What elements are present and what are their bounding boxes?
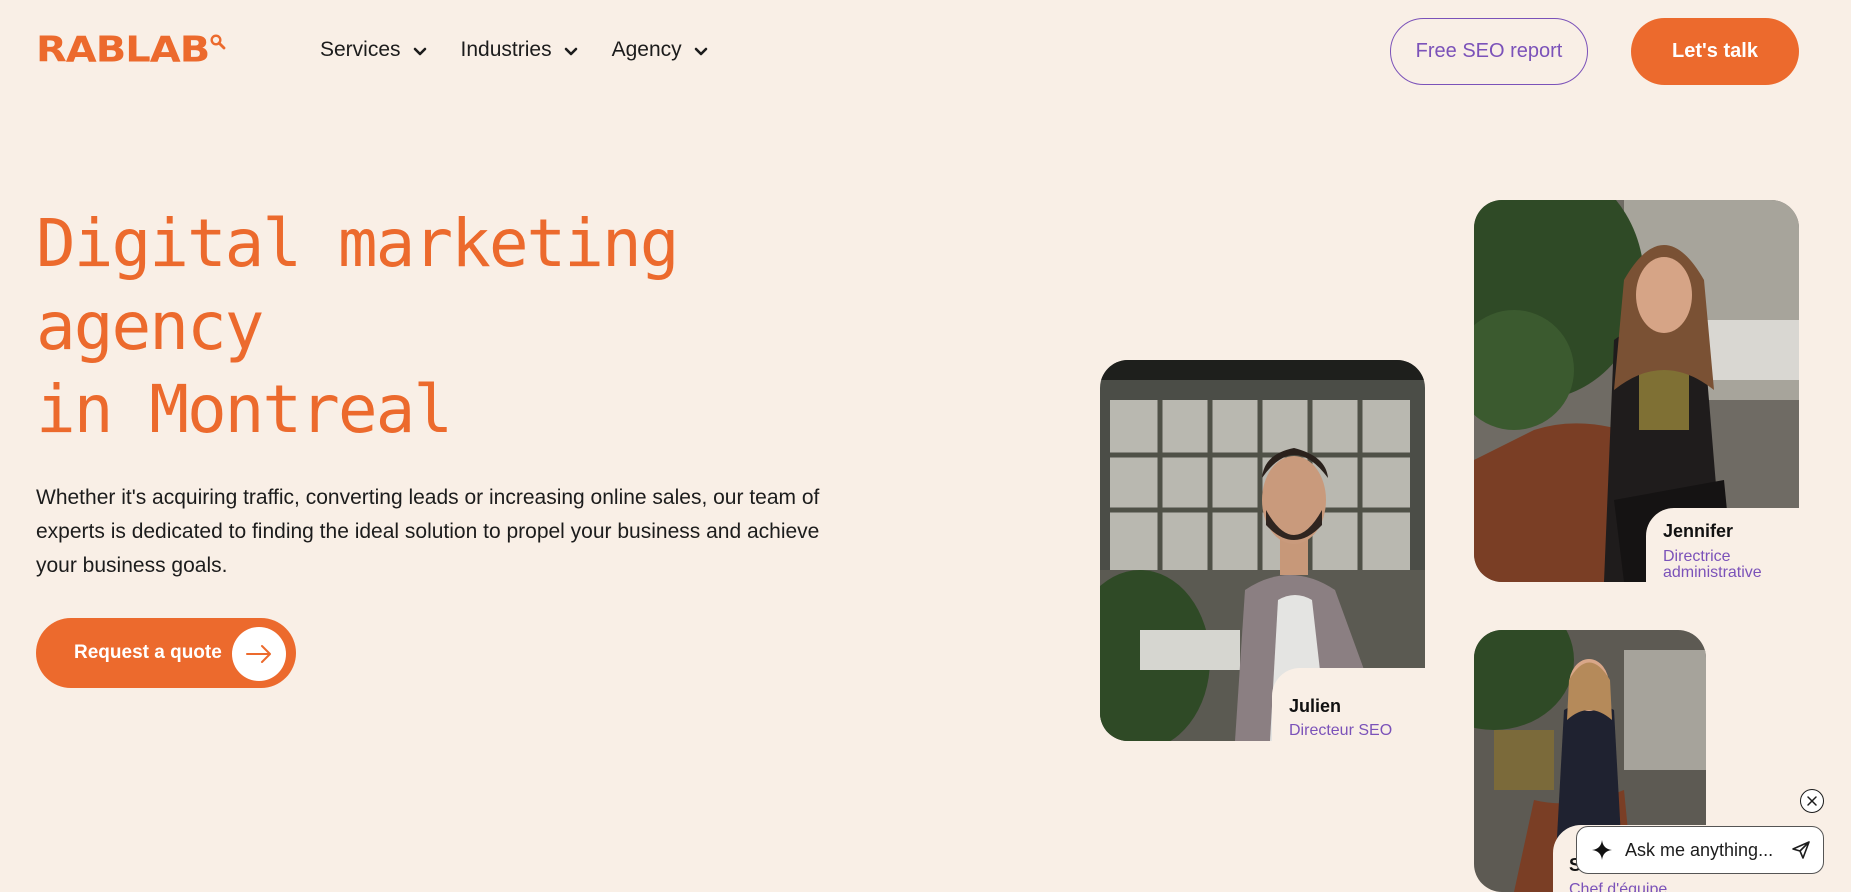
site-header: RABLAB Services Industries Agency Free S…: [0, 0, 1851, 104]
close-icon[interactable]: [1800, 789, 1824, 813]
chevron-down-icon: [413, 47, 426, 56]
nav-item-label: Services: [320, 38, 401, 61]
team-member-role: administrative: [1663, 564, 1762, 581]
chevron-down-icon: [564, 47, 577, 56]
sparkle-icon: [1592, 840, 1612, 860]
nav-item-services[interactable]: Services: [320, 38, 427, 62]
hero-title-line: agency: [36, 288, 264, 365]
hero-description: Whether it's acquiring traffic, converti…: [36, 486, 820, 577]
chat-placeholder: Ask me anything...: [1625, 839, 1774, 860]
request-quote-button[interactable]: Request a quote: [36, 618, 296, 688]
request-quote-label: Request a quote: [74, 642, 222, 663]
team-card-julien: Julien Directeur SEO: [1100, 360, 1425, 741]
lets-talk-button[interactable]: Let's talk: [1631, 18, 1799, 85]
main-nav: Services Industries Agency: [320, 38, 708, 62]
nav-item-agency[interactable]: Agency: [612, 38, 708, 62]
team-member-name: Jennifer: [1663, 521, 1734, 541]
chevron-down-icon: [694, 47, 707, 56]
team-card-jennifer: Jennifer Directrice administrative: [1474, 200, 1799, 582]
hero-title-line: Digital marketing: [36, 205, 680, 282]
team-member-role: Directeur SEO: [1289, 722, 1393, 739]
search-icon: [210, 34, 226, 50]
brand-logo-text: RABLAB: [36, 29, 210, 71]
team-member-name: Julien: [1289, 696, 1342, 716]
send-icon[interactable]: [1791, 840, 1811, 860]
nav-item-label: Industries: [460, 38, 552, 61]
nav-item-label: Agency: [611, 38, 682, 61]
arrow-right-icon: [232, 627, 286, 681]
chat-input[interactable]: Ask me anything...: [1576, 826, 1824, 874]
hero-title-line: in Montreal: [36, 371, 453, 448]
team-member-role: Chef d'équipe: [1569, 881, 1668, 892]
team-member-role: Directrice: [1663, 548, 1731, 565]
brand-logo[interactable]: RABLAB: [36, 32, 226, 72]
free-seo-report-button[interactable]: Free SEO report: [1390, 18, 1588, 85]
nav-item-industries[interactable]: Industries: [461, 38, 578, 62]
hero-title: Digital marketing agency in Montreal: [36, 202, 796, 451]
